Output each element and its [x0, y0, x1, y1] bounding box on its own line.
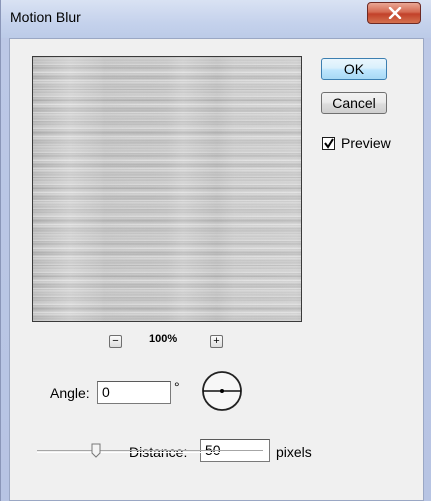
minus-icon: − [112, 335, 119, 347]
plus-icon: + [213, 335, 220, 347]
angle-unit: ° [174, 379, 180, 395]
distance-slider-thumb[interactable] [91, 443, 101, 458]
title-bar[interactable]: Motion Blur [1, 0, 431, 38]
cancel-button[interactable]: Cancel [321, 92, 387, 114]
dialog-body: OK Cancel Preview − 100% + Angle: 0 ° Di… [9, 38, 424, 501]
angle-input[interactable]: 0 [97, 381, 171, 404]
preview-texture [33, 57, 301, 321]
motion-blur-dialog: Motion Blur OK Cancel Preview − 100% + A… [0, 0, 431, 501]
blur-preview-image[interactable] [32, 56, 302, 322]
ok-button[interactable]: OK [321, 58, 387, 80]
distance-unit: pixels [276, 444, 312, 460]
preview-checkbox[interactable] [322, 137, 335, 150]
close-icon [388, 7, 402, 19]
angle-dial-icon[interactable] [199, 368, 245, 414]
zoom-out-button[interactable]: − [109, 335, 122, 348]
zoom-in-button[interactable]: + [210, 335, 223, 348]
checkmark-icon [324, 138, 334, 149]
window-title: Motion Blur [10, 9, 81, 25]
distance-slider-track[interactable] [37, 450, 263, 453]
preview-label: Preview [341, 135, 391, 151]
angle-label: Angle: [50, 385, 90, 401]
close-button[interactable] [367, 2, 421, 24]
zoom-level: 100% [149, 333, 178, 345]
